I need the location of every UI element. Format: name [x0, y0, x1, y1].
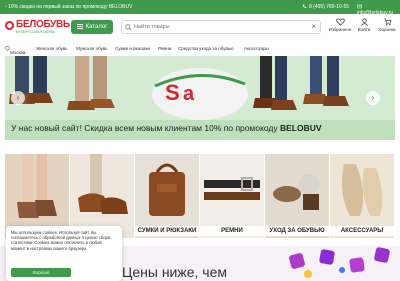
carousel-next-button[interactable]: › — [366, 91, 380, 105]
hero-title: У нас новый сайт! Скидка всем новым клие… — [11, 123, 322, 133]
nav-item-shoe-care[interactable]: Средства ухода за обувью — [178, 46, 234, 51]
nav-item-men[interactable]: Мужская обувь — [76, 46, 108, 51]
category-label: АКСЕССУАРЫ — [330, 226, 394, 236]
nav-item-accessories[interactable]: Аксессуары — [244, 46, 269, 51]
svg-text:S: S — [165, 80, 180, 105]
cookie-accept-button[interactable]: Хорошо — [11, 268, 71, 277]
site-header: БЕЛОБУВЬ БЕЛОРУССКАЯ ОБУВЬ Каталог × Изб… — [0, 14, 400, 42]
chevron-left-icon: ‹ — [16, 93, 20, 102]
phone-link[interactable]: 8 (495) 789-10-55 — [302, 4, 349, 10]
nav-item-women[interactable]: Женская обувь — [36, 46, 68, 51]
catalog-label: Каталог — [85, 24, 108, 30]
phone-icon — [302, 4, 307, 9]
logo-mark-icon — [5, 21, 14, 30]
favorites-label: Избранное — [328, 27, 352, 32]
main-nav: Москва Женская обувь Мужская обувь Сумки… — [0, 42, 400, 55]
category-shoe-care[interactable]: УХОД ЗА ОБУВЬЮ — [265, 154, 329, 238]
phone-text: 8 (495) 789-10-55 — [309, 4, 350, 10]
hero-promo-code: BELOBUV — [280, 123, 322, 133]
site-logo[interactable]: БЕЛОБУВЬ БЕЛОРУССКАЯ ОБУВЬ — [5, 19, 70, 37]
login-button[interactable]: Войти — [352, 18, 376, 32]
cookie-text: Мы используем cookies. Используя сайт, в… — [11, 230, 111, 251]
category-label: РЕМНИ — [200, 226, 264, 236]
city-label: Москва — [10, 50, 26, 55]
catalog-button[interactable]: Каталог — [71, 20, 113, 34]
cart-icon — [383, 18, 391, 26]
price-promo-text: Цены ниже, чем — [122, 264, 228, 280]
heart-icon — [335, 18, 345, 26]
mail-icon — [357, 4, 362, 9]
svg-text:a: a — [183, 83, 195, 105]
category-bags[interactable]: СУМКИ И РЮКЗАКИ — [135, 154, 199, 238]
search-icon — [125, 24, 132, 31]
carousel-prev-button[interactable]: ‹ — [11, 91, 25, 105]
search-input[interactable] — [134, 21, 304, 33]
logo-brand: БЕЛОБУВЬ — [16, 19, 70, 30]
category-label: УХОД ЗА ОБУВЬЮ — [265, 226, 329, 236]
search-box: × — [121, 20, 321, 34]
cookie-banner: Мы используем cookies. Используя сайт, в… — [6, 226, 122, 281]
promo-text: - 10% скидка на первый заказ по промокод… — [5, 4, 133, 10]
category-accessories[interactable]: АКСЕССУАРЫ — [330, 154, 394, 238]
top-promo-bar: - 10% скидка на первый заказ по промокод… — [0, 0, 400, 16]
hero-title-text: У нас новый сайт! Скидка всем новым клие… — [11, 123, 280, 133]
nav-item-belts[interactable]: Ремни — [158, 46, 171, 51]
city-selector[interactable]: Москва — [5, 46, 25, 55]
clear-search-icon[interactable]: × — [311, 22, 316, 31]
category-belts[interactable]: РЕМНИ — [200, 154, 264, 238]
logo-tagline: БЕЛОРУССКАЯ ОБУВЬ — [16, 30, 55, 34]
menu-icon — [76, 23, 83, 29]
cart-button[interactable]: Корзина — [375, 18, 399, 32]
chevron-right-icon: › — [371, 93, 375, 102]
hero-banner[interactable]: S a У нас новый сайт! Скидка всем новым … — [5, 56, 395, 140]
nav-item-bags[interactable]: Сумки и рюкзаки — [115, 46, 150, 51]
login-label: Войти — [357, 27, 371, 32]
user-icon — [360, 18, 368, 26]
category-label: СУМКИ И РЮКЗАКИ — [135, 226, 199, 236]
cart-label: Корзина — [378, 27, 396, 32]
favorites-button[interactable]: Избранное — [328, 18, 352, 32]
